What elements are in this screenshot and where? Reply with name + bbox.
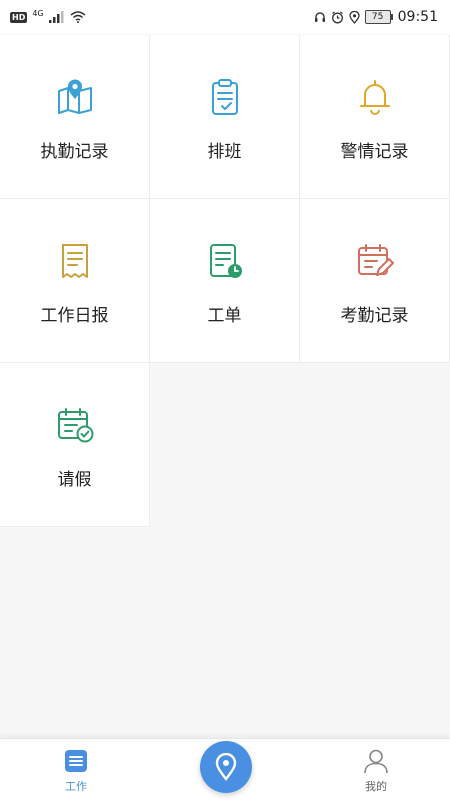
user-icon bbox=[364, 749, 388, 774]
nav-tab-label: 我的 bbox=[365, 780, 387, 793]
map-marker-icon bbox=[215, 753, 237, 781]
map-pin-icon bbox=[57, 79, 92, 114]
location-icon bbox=[348, 10, 360, 24]
nav-tab-mine[interactable]: 我的 bbox=[331, 739, 421, 801]
clock: 09:51 bbox=[397, 9, 438, 25]
document-clock-icon bbox=[209, 244, 242, 278]
status-left: HD 4G bbox=[10, 8, 86, 23]
tile-label: 工单 bbox=[207, 306, 242, 326]
tile-schedule[interactable]: 排班 bbox=[150, 35, 300, 199]
tile-label: 执勤记录 bbox=[40, 142, 109, 162]
tile-duty-record[interactable]: 执勤记录 bbox=[0, 35, 150, 199]
hd-badge: HD bbox=[10, 11, 28, 23]
battery-indicator: 75 bbox=[364, 10, 393, 24]
signal-icon bbox=[48, 11, 64, 23]
tile-attendance-record[interactable]: 考勤记录 bbox=[300, 199, 450, 363]
wifi-icon bbox=[70, 11, 86, 23]
network-type: 4G bbox=[32, 8, 44, 18]
status-bar: HD 4G 75 09:51 bbox=[0, 0, 450, 34]
nav-tab-work[interactable]: 工作 bbox=[31, 739, 121, 801]
tile-leave-request[interactable]: 请假 bbox=[0, 363, 150, 527]
headphone-icon bbox=[314, 12, 325, 22]
tile-label: 警情记录 bbox=[340, 142, 409, 162]
tile-label: 请假 bbox=[57, 470, 92, 490]
clipboard-icon bbox=[211, 79, 238, 115]
tile-label: 排班 bbox=[207, 142, 242, 162]
receipt-icon bbox=[61, 244, 88, 278]
tile-daily-report[interactable]: 工作日报 bbox=[0, 199, 150, 363]
nav-tab-label: 工作 bbox=[65, 780, 87, 793]
list-icon bbox=[65, 750, 87, 772]
function-grid: 执勤记录 排班 警情记录 工作日报 工单 考勤记录 请假 bbox=[0, 35, 450, 527]
calendar-edit-icon bbox=[357, 244, 394, 276]
bell-icon bbox=[359, 80, 390, 115]
location-fab-button[interactable] bbox=[200, 741, 252, 793]
tile-label: 工作日报 bbox=[40, 306, 109, 326]
tile-label: 考勤记录 bbox=[340, 306, 409, 326]
calendar-check-icon bbox=[57, 408, 93, 443]
status-right: 75 09:51 bbox=[314, 9, 438, 25]
tile-alert-record[interactable]: 警情记录 bbox=[300, 35, 450, 199]
alarm-icon bbox=[331, 11, 343, 23]
tile-work-order[interactable]: 工单 bbox=[150, 199, 300, 363]
